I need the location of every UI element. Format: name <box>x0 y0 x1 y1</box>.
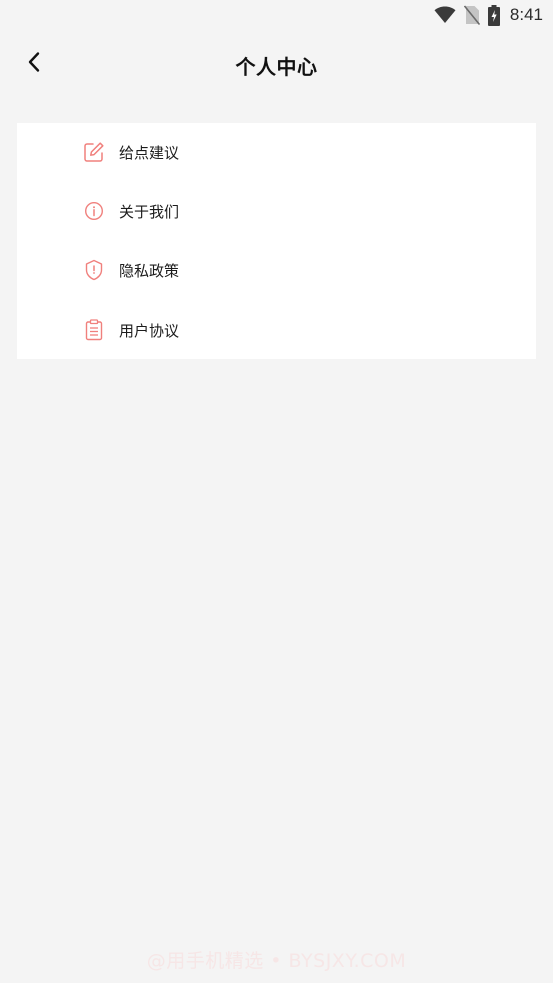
battery-charging-icon <box>487 4 500 26</box>
title-bar: 个人中心 <box>0 38 553 90</box>
info-icon <box>83 200 105 222</box>
menu-item-user-agreement[interactable]: 用户协议 <box>17 308 536 352</box>
status-bar: 8:41 <box>0 0 553 30</box>
menu-item-feedback[interactable]: 给点建议 <box>17 130 536 174</box>
menu-item-label: 用户协议 <box>119 321 180 340</box>
shield-icon <box>83 259 105 281</box>
edit-icon <box>83 141 105 163</box>
menu-item-label: 关于我们 <box>119 202 180 221</box>
menu-item-privacy-policy[interactable]: 隐私政策 <box>17 248 536 292</box>
watermark: @用手机精选 • BYSJXY.COM <box>146 950 407 972</box>
wifi-icon <box>434 6 456 24</box>
menu-item-label: 隐私政策 <box>119 261 180 280</box>
menu-item-about-us[interactable]: 关于我们 <box>17 189 536 233</box>
status-time: 8:41 <box>509 5 543 24</box>
clipboard-icon <box>83 319 105 341</box>
status-icons: 8:41 <box>434 3 543 27</box>
page-title: 个人中心 <box>235 55 318 79</box>
menu-card: 给点建议 关于我们 隐私政策 用户协议 <box>17 123 536 359</box>
menu-item-label: 给点建议 <box>119 143 180 162</box>
no-sim-icon <box>463 5 480 25</box>
